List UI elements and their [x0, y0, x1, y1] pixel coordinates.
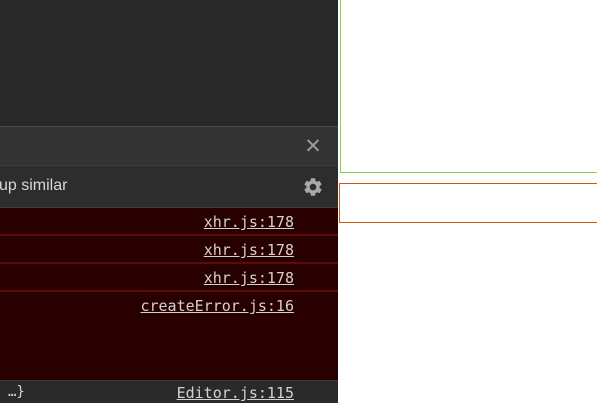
devtools-upper-area: [0, 0, 338, 126]
console-error-row: xhr.js:178: [0, 208, 338, 236]
page-viewport: [338, 0, 597, 403]
group-similar-label[interactable]: up similar: [0, 177, 67, 195]
source-link[interactable]: xhr.js:178: [204, 213, 294, 231]
console-settings-bar: up similar: [0, 166, 338, 208]
console-log-row: …} Editor.js:115: [0, 380, 338, 403]
console-error-row: xhr.js:178: [0, 264, 338, 292]
close-icon[interactable]: ✕: [302, 135, 324, 157]
drawer-header: ✕: [0, 126, 338, 166]
source-link[interactable]: createError.js:16: [140, 297, 294, 315]
devtools-panel: ✕ up similar xhr.js:178 xhr.js:178 xhr.j…: [0, 0, 338, 403]
outlined-input-box[interactable]: [339, 183, 597, 223]
source-link[interactable]: xhr.js:178: [204, 241, 294, 259]
gear-icon[interactable]: [302, 176, 324, 198]
screen: ✕ up similar xhr.js:178 xhr.js:178 xhr.j…: [0, 0, 597, 403]
source-link[interactable]: xhr.js:178: [204, 269, 294, 287]
highlighted-element-box: [340, 0, 597, 173]
console-error-row: xhr.js:178: [0, 236, 338, 264]
log-message-snippet: …}: [8, 384, 25, 400]
console-error-list: xhr.js:178 xhr.js:178 xhr.js:178 createE…: [0, 208, 338, 380]
source-link[interactable]: Editor.js:115: [177, 384, 294, 402]
console-error-row: createError.js:16: [0, 292, 338, 350]
